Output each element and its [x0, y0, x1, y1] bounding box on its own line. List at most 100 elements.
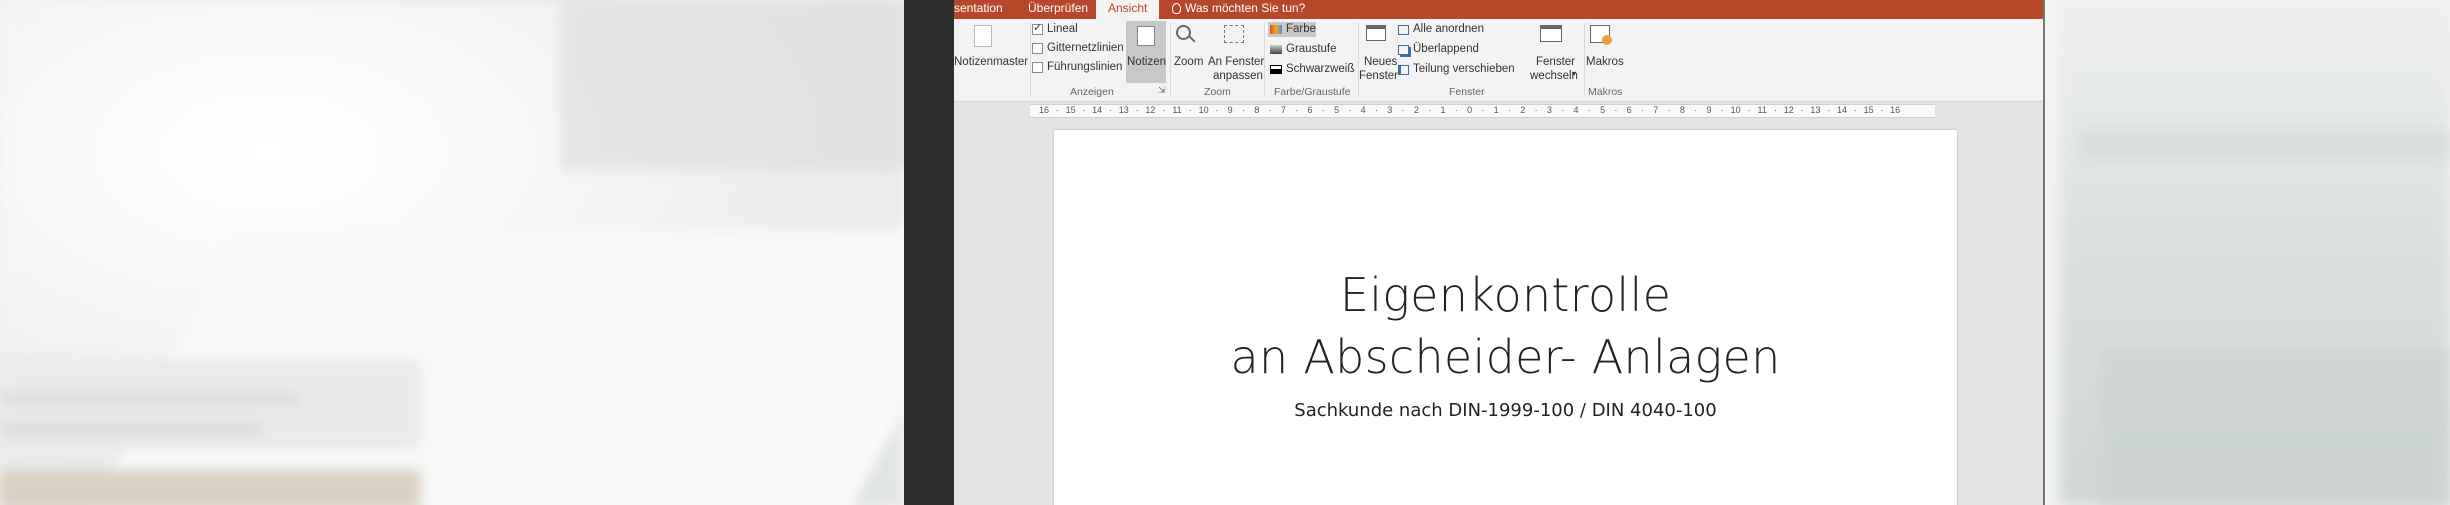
zoom-label: Zoom [1174, 56, 1204, 68]
slide-title[interactable]: Eigenkontrolle an Abscheider- Anlagen [1054, 264, 1957, 388]
ruler-tick-label: 11 [1757, 105, 1767, 115]
move-split-button[interactable]: Teilung verschieben [1413, 63, 1515, 75]
ruler-tick-mark: · [1188, 105, 1192, 115]
ruler-tick-label: 2 [1520, 105, 1526, 115]
switch-window-icon [1540, 25, 1562, 42]
ruler-tick-mark: · [1827, 105, 1831, 115]
ruler-tick-mark: · [1401, 105, 1405, 115]
notes-icon [1137, 26, 1155, 46]
ruler-tick-label: 5 [1334, 105, 1340, 115]
guides-checkbox[interactable] [1032, 62, 1043, 73]
ruler-tick-mark: · [1109, 105, 1112, 115]
ruler-tick-label: 4 [1573, 105, 1579, 115]
ruler-tick-label: 14 [1836, 105, 1848, 115]
ruler-tick-mark: · [1215, 105, 1219, 115]
ruler-tick-mark: · [1268, 105, 1272, 115]
ruler-tick-label: 6 [1307, 105, 1313, 115]
ruler-tick-label: 3 [1387, 105, 1393, 115]
group-separator [1584, 23, 1585, 97]
new-window-line1: Neues [1364, 56, 1398, 68]
group-separator [1170, 23, 1171, 97]
gridlines-checkbox[interactable] [1032, 43, 1043, 54]
group-label-macros: Makros [1588, 86, 1623, 98]
arrange-all-button[interactable]: Alle anordnen [1413, 23, 1484, 35]
ruler-tick-label: 10 [1198, 105, 1209, 115]
fit-window-icon [1224, 25, 1244, 43]
ruler-checkbox[interactable] [1032, 21, 1043, 35]
new-window-line2: Fenster [1359, 70, 1398, 82]
black-white-button[interactable]: Schwarzweiß [1286, 63, 1354, 75]
powerpoint-window: sentation Überprüfen Ansicht Was möchten… [954, 0, 2043, 505]
black-white-swatch-icon [1270, 65, 1282, 74]
group-label-zoom: Zoom [1204, 86, 1231, 98]
ruler-tick-label: 1 [1440, 105, 1446, 115]
new-window-icon [1366, 25, 1386, 41]
ruler-tick-label: 10 [1730, 105, 1741, 115]
color-label: Farbe [1286, 23, 1317, 35]
dialog-launcher-icon[interactable]: ⇲ [1158, 85, 1166, 96]
group-separator [1358, 23, 1359, 97]
ruler-tick-label: 12 [1145, 105, 1156, 115]
tab-presentation[interactable]: sentation [954, 0, 1003, 19]
ruler-tick-mark: · [1454, 105, 1458, 115]
ruler-tick-label: 11 [1172, 105, 1182, 115]
ruler-label: Lineal [1047, 23, 1078, 35]
grayscale-button[interactable]: Graustufe [1286, 43, 1337, 55]
ruler-tick-label: 2 [1413, 105, 1419, 115]
tab-view[interactable]: Ansicht [1096, 0, 1160, 19]
gridlines-label: Gitternetzlinien [1047, 42, 1124, 54]
ribbon: Notizenmaster Lineal Gitternetzlinien Fü… [954, 19, 2043, 102]
notes-button[interactable]: Notizen [1126, 21, 1166, 83]
ruler-tick-mark: · [1747, 105, 1751, 115]
tab-review[interactable]: Überprüfen [1028, 0, 1088, 19]
ruler-tick-label: 8 [1254, 105, 1260, 115]
switch-window-line2: wechseln [1530, 70, 1578, 82]
group-separator [1264, 23, 1265, 97]
ruler-tick-mark: · [1880, 105, 1884, 115]
cascade-button[interactable]: Überlappend [1413, 43, 1479, 55]
ruler-tick-mark: · [1321, 105, 1325, 115]
slide-title-line1: Eigenkontrolle [1339, 268, 1672, 322]
grayscale-swatch-icon [1270, 45, 1282, 54]
ruler-tick-mark: · [1614, 105, 1618, 115]
ruler-tick-label: 5 [1600, 105, 1606, 115]
ruler-tick-label: 15 [1065, 105, 1076, 115]
ruler-tick-label: 0 [1467, 105, 1473, 115]
slide-canvas[interactable]: Eigenkontrolle an Abscheider- Anlagen Sa… [1054, 130, 1957, 505]
ruler-tick-mark: · [1082, 105, 1086, 115]
ruler-tick-mark: · [1667, 105, 1671, 115]
slide-subtitle[interactable]: Sachkunde nach DIN-1999-100 / DIN 4040-1… [1054, 400, 1957, 421]
ruler-tick-label: 6 [1626, 105, 1632, 115]
ruler-tick-mark: · [1135, 105, 1139, 115]
ruler-tick-label: 16 [1038, 105, 1050, 115]
move-split-icon [1398, 65, 1409, 75]
group-label-color: Farbe/Graustufe [1274, 86, 1351, 98]
ruler-tick-mark: · [1587, 105, 1591, 115]
ruler-tick-mark: · [1800, 105, 1804, 115]
ruler-tick-mark: · [1348, 105, 1352, 115]
group-label-window: Fenster [1449, 86, 1485, 98]
tell-me-box[interactable]: Was möchten Sie tun? [1172, 0, 1305, 19]
cascade-icon [1398, 45, 1409, 55]
fit-label-line2: anpassen [1213, 70, 1263, 82]
ruler-tick-mark: · [1295, 105, 1299, 115]
ruler-tick-mark: · [1375, 105, 1378, 115]
switch-window-line1: Fenster [1536, 56, 1575, 68]
ruler-tick-label: 12 [1783, 105, 1794, 115]
ruler-tick-mark: · [1428, 105, 1432, 115]
ruler-tick-mark: · [1720, 105, 1724, 115]
chevron-down-icon: ▾ [1572, 69, 1577, 78]
ruler-tick-label: 13 [1118, 105, 1129, 115]
horizontal-ruler[interactable]: 16 · 15 · 14 · 13 · 12 · 11 · 10 · 9 · 8 · 7 · 6 · 5 · 4 · 3 · 2 · 1 · 0… [1030, 104, 1935, 118]
ruler-tick-label: 7 [1653, 105, 1659, 115]
color-swatch-icon [1270, 25, 1282, 34]
ruler-tick-label: 13 [1810, 105, 1821, 115]
ruler-tick-label: 4 [1360, 105, 1366, 115]
ruler-tick-mark: · [1694, 105, 1698, 115]
lightbulb-icon [1172, 3, 1181, 14]
ruler-tick-mark: · [1534, 105, 1538, 115]
ribbon-tab-bar: sentation Überprüfen Ansicht Was möchten… [954, 0, 2043, 19]
ruler-tick-mark: · [1055, 105, 1059, 115]
ruler-tick-mark: · [1853, 105, 1857, 115]
ruler-tick-label: 14 [1092, 105, 1103, 115]
